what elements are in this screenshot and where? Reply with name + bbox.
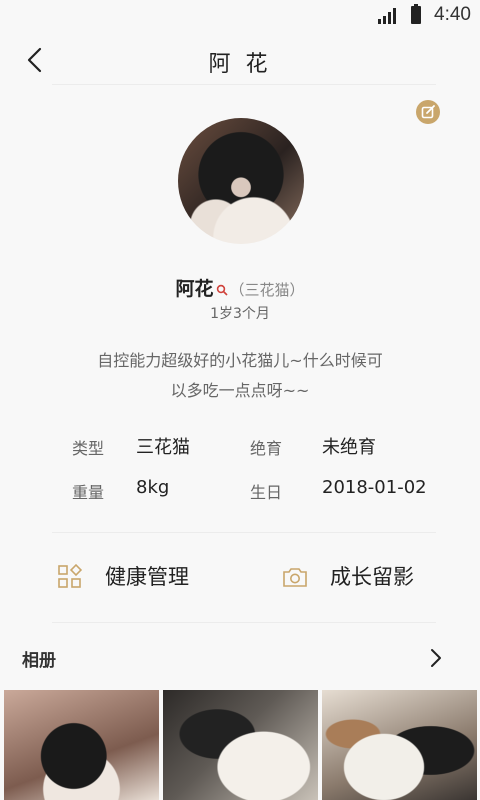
female-icon [216, 281, 228, 296]
growth-photos-label: 成长留影 [330, 565, 414, 589]
album-photo[interactable] [4, 690, 159, 800]
pet-breed: （三花猫） [229, 281, 305, 299]
edit-icon [421, 105, 435, 119]
birthday-value: 2018-01-02 [322, 477, 427, 498]
pet-name: 阿花 [175, 278, 214, 300]
pet-avatar[interactable] [178, 118, 304, 244]
weight-value: 8kg [136, 477, 170, 498]
pet-name-row: 阿花 （三花猫） [0, 274, 480, 301]
health-management-label: 健康管理 [105, 565, 189, 589]
edit-button[interactable] [416, 100, 440, 124]
weight-label: 重量 [72, 483, 105, 502]
album-photo[interactable] [322, 690, 477, 800]
bio-line: 自控能力超级好的小花猫儿~什么时候可 [97, 351, 383, 370]
camera-icon [283, 568, 307, 587]
header: 阿 花 [0, 36, 480, 84]
neuter-value: 未绝育 [322, 437, 376, 458]
growth-photos-button[interactable]: 成长留影 [282, 556, 442, 600]
signal-icon [378, 8, 398, 24]
status-time: 4:40 [434, 4, 471, 25]
type-label: 类型 [72, 439, 105, 458]
bio-line: 以多吃一点点呀~~ [170, 381, 310, 400]
health-management-button[interactable]: 健康管理 [57, 556, 217, 600]
header-divider [52, 84, 436, 85]
grid-icon [58, 564, 83, 588]
pet-age: 1岁3个月 [210, 306, 270, 322]
divider [52, 532, 436, 533]
album-more-button[interactable] [424, 646, 448, 670]
type-value: 三花猫 [136, 437, 190, 458]
pet-bio: 自控能力超级好的小花猫儿~什么时候可 以多吃一点点呀~~ [60, 346, 420, 406]
chevron-right-icon [431, 649, 441, 667]
status-bar: 4:40 [0, 0, 480, 34]
divider [52, 622, 436, 623]
battery-icon [411, 4, 421, 24]
neuter-label: 绝育 [250, 439, 283, 458]
birthday-label: 生日 [250, 483, 283, 502]
album-title: 相册 [22, 651, 56, 671]
album-photo[interactable] [163, 690, 318, 800]
page-title: 阿 花 [208, 52, 272, 77]
